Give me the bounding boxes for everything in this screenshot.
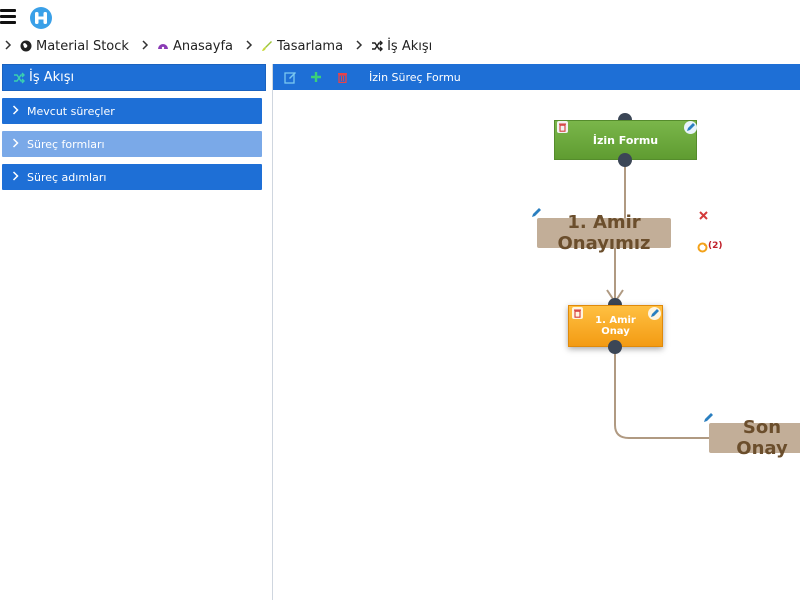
breadcrumb-item-material-stock[interactable]: Material Stock	[20, 39, 129, 54]
breadcrumb-label: Tasarlama	[277, 38, 344, 54]
transition-label-text: Son Onay	[736, 417, 788, 459]
start-node-label: İzin Formu	[592, 133, 659, 147]
add-button[interactable]	[309, 70, 323, 84]
globe-icon	[20, 40, 32, 52]
pencil-icon	[703, 412, 713, 422]
pencil-icon	[683, 120, 697, 134]
task-node-label-line2: Onay	[601, 326, 630, 337]
sidebar-item-surec-adimlari[interactable]: Süreç adımları	[2, 164, 262, 190]
sidebar-header: İş Akışı	[2, 64, 266, 91]
breadcrumb-label: Material Stock	[36, 38, 129, 54]
breadcrumb-item-tasarlama[interactable]: Tasarlama	[261, 39, 343, 54]
trash-icon	[571, 307, 583, 319]
chevron-right-icon	[4, 39, 12, 53]
transition-label[interactable]: 1. Amir Onayımız	[537, 212, 671, 254]
sidebar-header-title: İş Akışı	[29, 70, 75, 85]
workflow-diagram[interactable]: İzin Formu 1. Amir Onayımız (2) 1. Amir …	[273, 90, 800, 600]
node-delete-button[interactable]	[570, 306, 584, 320]
cycle-icon	[697, 242, 707, 252]
breadcrumb-label: İş Akışı	[387, 38, 433, 54]
remove-connection-button[interactable]	[696, 208, 710, 222]
task-node-label-line1: 1. Amir	[595, 315, 636, 326]
node-edit-button[interactable]	[647, 306, 661, 320]
chevron-right-icon	[355, 39, 363, 53]
workflow-toolbar: İzin Süreç Formu	[273, 64, 800, 90]
sidebar: İş Akışı Mevcut süreçler Süreç formları …	[2, 64, 266, 190]
delete-button[interactable]	[335, 70, 349, 84]
breadcrumb-label: Anasayfa	[172, 38, 234, 54]
breadcrumb-item-anasayfa[interactable]: Anasayfa	[157, 39, 233, 54]
edit-button[interactable]	[283, 70, 297, 84]
plus-icon	[311, 72, 321, 82]
connection-count: (2)	[708, 241, 723, 251]
sidebar-item-mevcut-surecler[interactable]: Mevcut süreçler	[2, 98, 262, 124]
edit-icon	[283, 71, 296, 84]
close-icon	[698, 210, 708, 220]
transition-label[interactable]: Son Onay	[709, 417, 800, 459]
node-delete-button[interactable]	[555, 120, 569, 134]
sidebar-item-surec-formlari[interactable]: Süreç formları	[2, 131, 262, 157]
sidebar-item-label: Süreç formları	[27, 137, 105, 151]
connector-task-to-end	[614, 348, 709, 439]
breadcrumb: Material Stock Anasayfa Tasarlama İş Akı…	[0, 36, 432, 56]
workflow-title: İzin Süreç Formu	[369, 70, 461, 84]
app-logo[interactable]	[29, 6, 53, 30]
connection-count-button[interactable]	[695, 240, 709, 254]
breadcrumb-item-is-akisi[interactable]: İş Akışı	[371, 39, 432, 54]
chevron-right-icon	[12, 104, 19, 118]
shuffle-icon	[14, 72, 25, 83]
port-bottom[interactable]	[608, 340, 622, 354]
node-edit-button[interactable]	[683, 120, 697, 134]
pencil-icon	[647, 306, 661, 320]
port-bottom[interactable]	[618, 153, 632, 167]
chevron-right-icon	[245, 39, 253, 53]
sidebar-item-label: Süreç adımları	[27, 170, 107, 184]
menu-icon[interactable]	[0, 9, 16, 25]
chevron-right-icon	[12, 170, 19, 184]
chevron-right-icon	[12, 137, 19, 151]
trash-icon	[337, 73, 347, 83]
dashboard-icon	[157, 44, 168, 50]
top-bar	[0, 0, 800, 34]
brush-icon	[262, 41, 273, 51]
workflow-panel: İzin Süreç Formu İzin Formu 1. Amir Onay…	[272, 64, 800, 600]
shuffle-icon	[372, 40, 384, 52]
chevron-right-icon	[141, 39, 149, 53]
transition-label-text: 1. Amir Onayımız	[557, 212, 651, 254]
connector-layer	[606, 162, 709, 439]
trash-icon	[556, 121, 568, 133]
label-edit-button[interactable]	[701, 410, 715, 424]
sidebar-item-label: Mevcut süreçler	[27, 104, 115, 118]
